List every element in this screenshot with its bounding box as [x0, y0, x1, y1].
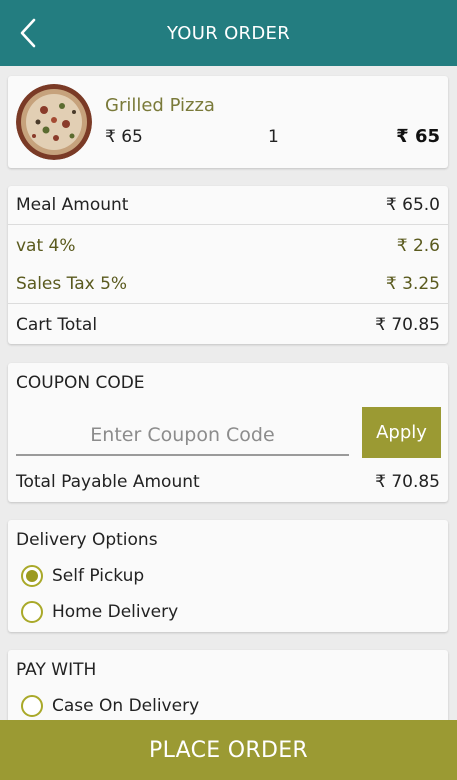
coupon-input[interactable]	[16, 416, 349, 456]
total-payable-row: Total Payable Amount ₹ 70.85	[16, 472, 440, 492]
page-title: YOUR ORDER	[167, 22, 290, 44]
meal-amount-label: Meal Amount	[16, 195, 129, 215]
meal-amount-row: Meal Amount ₹ 65.0	[8, 186, 448, 225]
item-quantity: 1	[268, 127, 279, 147]
delivery-option-self-pickup[interactable]: Self Pickup	[21, 565, 144, 587]
radio-selected-icon[interactable]	[21, 565, 43, 587]
vat-row: vat 4% ₹ 2.6	[8, 226, 448, 265]
delivery-option-label: Home Delivery	[52, 602, 179, 622]
item-price: ₹ 65	[105, 127, 143, 147]
cart-total-row: Cart Total ₹ 70.85	[8, 305, 448, 344]
delivery-option-label: Self Pickup	[52, 566, 145, 586]
pay-with-title: PAY WITH	[16, 660, 97, 680]
cart-total-label: Cart Total	[16, 314, 98, 335]
coupon-title: COUPON CODE	[16, 373, 145, 393]
delivery-options-title: Delivery Options	[16, 530, 158, 550]
delivery-options-card: Delivery Options Self Pickup Home Delive…	[8, 520, 448, 632]
payment-option-cash-on-delivery[interactable]: Case On Delivery	[21, 695, 199, 717]
cart-total-value: ₹ 70.85	[375, 314, 440, 335]
coupon-card: COUPON CODE Apply Total Payable Amount ₹…	[8, 363, 448, 502]
total-payable-label: Total Payable Amount	[16, 472, 200, 492]
radio-unselected-icon[interactable]	[21, 695, 43, 717]
apply-coupon-button[interactable]: Apply	[362, 407, 441, 458]
item-line-total: ₹ 65	[396, 126, 440, 147]
sales-tax-value: ₹ 3.25	[385, 274, 440, 294]
meal-amount-value: ₹ 65.0	[385, 195, 440, 215]
vat-label: vat 4%	[16, 235, 76, 256]
delivery-option-home-delivery[interactable]: Home Delivery	[21, 601, 178, 623]
sales-tax-label: Sales Tax 5%	[16, 274, 128, 294]
back-button[interactable]	[14, 17, 42, 49]
radio-unselected-icon[interactable]	[21, 601, 43, 623]
payment-option-label: Case On Delivery	[52, 696, 200, 716]
chevron-left-icon	[20, 18, 36, 48]
app-bar: YOUR ORDER	[0, 0, 457, 66]
order-summary-card: Meal Amount ₹ 65.0 vat 4% ₹ 2.6 Sales Ta…	[8, 186, 448, 344]
item-name: Grilled Pizza	[105, 95, 215, 116]
place-order-button[interactable]: PLACE ORDER	[0, 720, 457, 780]
pizza-image	[16, 84, 92, 160]
total-payable-value: ₹ 70.85	[375, 472, 440, 492]
sales-tax-row: Sales Tax 5% ₹ 3.25	[8, 265, 448, 304]
cart-item-card: Grilled Pizza ₹ 65 1 ₹ 65	[8, 76, 448, 168]
vat-value: ₹ 2.6	[396, 235, 440, 256]
